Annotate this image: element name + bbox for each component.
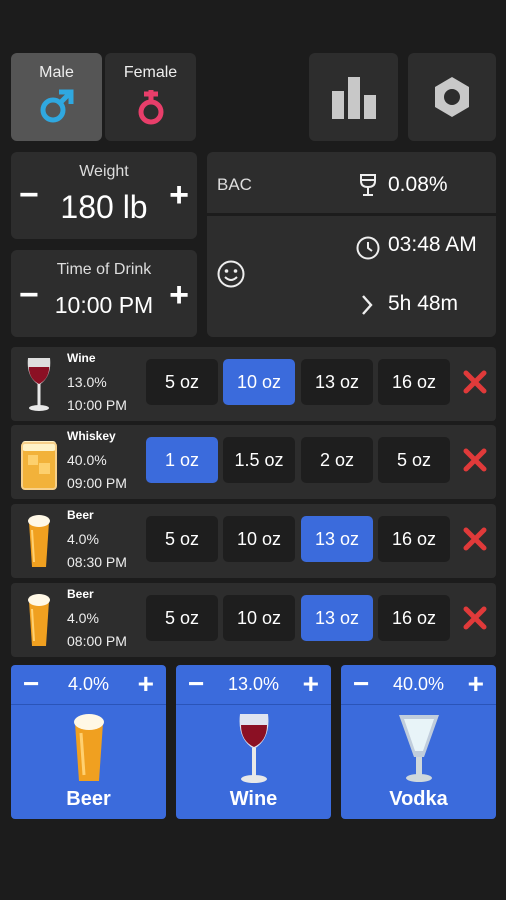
female-symbol-icon	[138, 90, 163, 125]
drink-abv: 4.0%	[67, 531, 99, 547]
time-of-drink-panel: Time of Drink − 10:00 PM +	[11, 250, 197, 337]
drink-name: Beer	[67, 508, 94, 522]
wine-glass-icon	[19, 355, 59, 415]
size-option-button[interactable]: 5 oz	[146, 516, 218, 562]
beer-glass-icon	[73, 714, 104, 781]
size-option-button[interactable]: 1.5 oz	[223, 437, 295, 483]
abv-plus-button[interactable]: +	[303, 668, 319, 700]
whiskey-glass-icon	[19, 433, 59, 493]
male-symbol-icon	[40, 89, 73, 123]
drink-time: 09:00 PM	[67, 475, 127, 491]
size-option-button[interactable]: 16 oz	[378, 359, 450, 405]
hexagon-nut-icon	[435, 77, 469, 117]
beer-glass-icon	[19, 512, 59, 572]
delete-x-icon[interactable]	[462, 605, 488, 631]
size-option-button[interactable]: 10 oz	[223, 359, 295, 405]
smiley-face-icon	[217, 260, 245, 288]
drink-row: Beer 4.0% 08:30 PM 5 oz 10 oz 13 oz 16 oz	[11, 504, 496, 578]
drink-abv: 13.0%	[67, 374, 107, 390]
drink-time: 10:00 PM	[67, 397, 127, 413]
beer-glass-icon	[19, 591, 59, 651]
male-button[interactable]: Male	[11, 53, 102, 141]
quick-add-beer-card[interactable]: − 4.0% + Beer	[11, 665, 166, 819]
remaining-time-value: 5h 48m	[388, 292, 459, 315]
size-option-button[interactable]: 13 oz	[301, 516, 373, 562]
delete-x-icon[interactable]	[462, 369, 488, 395]
sober-time-value: 03:48 AM	[388, 233, 477, 256]
abv-plus-button[interactable]: +	[468, 668, 484, 700]
drink-row: Beer 4.0% 08:00 PM 5 oz 10 oz 13 oz 16 oz	[11, 583, 496, 657]
drink-row: Wine 13.0% 10:00 PM 5 oz 10 oz 13 oz 16 oz	[11, 347, 496, 421]
quick-add-vodka-card[interactable]: − 40.0% + Vodka	[341, 665, 496, 819]
male-label: Male	[39, 64, 74, 81]
size-option-button[interactable]: 16 oz	[378, 595, 450, 641]
drink-time: 08:00 PM	[67, 633, 127, 649]
bac-value: 0.08%	[388, 173, 448, 196]
weight-panel: Weight − 180 lb +	[11, 152, 197, 239]
size-option-button[interactable]: 5 oz	[146, 595, 218, 641]
drink-name: Wine	[67, 351, 96, 365]
bac-label: BAC	[217, 175, 252, 194]
size-option-button[interactable]: 5 oz	[378, 437, 450, 483]
drink-abv: 4.0%	[67, 610, 99, 626]
drink-type-label: Beer	[66, 788, 111, 810]
drink-type-label: Vodka	[389, 788, 448, 810]
drink-name: Beer	[67, 587, 94, 601]
quick-add-wine-card[interactable]: − 13.0% + Wine	[176, 665, 331, 819]
size-option-button[interactable]: 10 oz	[223, 595, 295, 641]
size-option-button[interactable]: 16 oz	[378, 516, 450, 562]
bac-panel: BAC 0.08%	[207, 152, 496, 213]
clock-icon	[356, 236, 380, 260]
drink-time: 08:30 PM	[67, 554, 127, 570]
size-option-button[interactable]: 1 oz	[146, 437, 218, 483]
drink-abv: 40.0%	[67, 452, 107, 468]
size-option-button[interactable]: 2 oz	[301, 437, 373, 483]
delete-x-icon[interactable]	[462, 447, 488, 473]
weight-plus-button[interactable]: +	[169, 178, 189, 212]
sober-panel: 03:48 AM 5h 48m	[207, 216, 496, 337]
chevron-right-icon	[362, 295, 373, 315]
settings-button[interactable]	[408, 53, 496, 141]
wine-glass-icon	[239, 714, 268, 783]
abv-plus-button[interactable]: +	[138, 668, 154, 700]
female-label: Female	[123, 64, 178, 81]
size-option-button[interactable]: 13 oz	[301, 595, 373, 641]
female-button[interactable]: Female	[105, 53, 196, 141]
vodka-glass-icon	[398, 715, 439, 782]
drink-row: Whiskey 40.0% 09:00 PM 1 oz 1.5 oz 2 oz 5 oz	[11, 425, 496, 499]
wine-glass-outline-icon	[360, 174, 376, 196]
size-option-button[interactable]: 5 oz	[146, 359, 218, 405]
stats-button[interactable]	[309, 53, 398, 141]
bar-chart-icon	[331, 77, 376, 119]
delete-x-icon[interactable]	[462, 526, 488, 552]
drink-name: Whiskey	[67, 429, 116, 443]
size-option-button[interactable]: 13 oz	[301, 359, 373, 405]
size-option-button[interactable]: 10 oz	[223, 516, 295, 562]
time-plus-button[interactable]: +	[169, 278, 189, 312]
drink-type-label: Wine	[229, 788, 278, 810]
